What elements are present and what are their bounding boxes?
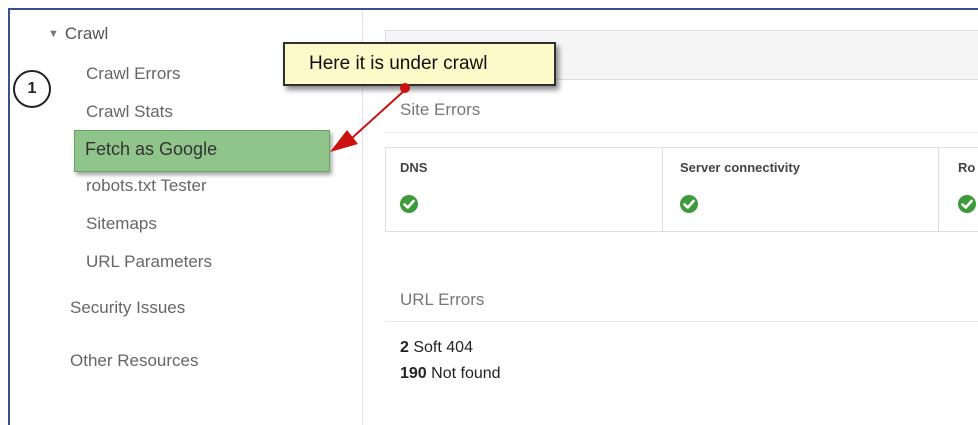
crawl-label: Crawl bbox=[64, 24, 109, 43]
cell-divider bbox=[662, 147, 663, 232]
step-number-badge: 1 bbox=[13, 70, 51, 108]
error-count: 2 bbox=[400, 339, 409, 356]
url-errors-title: URL Errors bbox=[400, 290, 485, 309]
site-errors-title: Site Errors bbox=[400, 100, 481, 119]
sidebar-item-url-parameters[interactable]: URL Parameters bbox=[86, 252, 212, 272]
dns-label: DNS bbox=[400, 160, 428, 175]
robots-label: Ro bbox=[958, 160, 976, 175]
error-soft-404[interactable]: 2 Soft 404 bbox=[400, 339, 473, 357]
sidebar-crawl-header[interactable]: ▼ Crawl bbox=[48, 24, 108, 44]
sidebar-item-fetch-as-google[interactable]: Fetch as Google bbox=[74, 130, 330, 172]
check-icon bbox=[958, 195, 976, 213]
check-icon bbox=[400, 195, 418, 213]
sidebar-item-security-issues[interactable]: Security Issues bbox=[70, 298, 185, 318]
caret-down-icon: ▼ bbox=[48, 28, 59, 40]
server-connectivity-label: Server connectivity bbox=[680, 160, 800, 175]
cell-divider bbox=[938, 147, 939, 232]
screenshot-frame: ▼ Crawl Crawl Errors Crawl Stats robots.t… bbox=[0, 0, 978, 425]
divider bbox=[385, 132, 978, 133]
divider bbox=[385, 321, 978, 322]
check-icon bbox=[680, 195, 698, 213]
sidebar-item-other-resources[interactable]: Other Resources bbox=[70, 351, 199, 371]
sidebar-item-sitemaps[interactable]: Sitemaps bbox=[86, 214, 157, 234]
error-not-found[interactable]: 190 Not found bbox=[400, 365, 501, 383]
sidebar-item-crawl-stats[interactable]: Crawl Stats bbox=[86, 102, 173, 122]
error-type: Not found bbox=[431, 365, 501, 382]
sidebar-item-robots-tester[interactable]: robots.txt Tester bbox=[86, 176, 207, 196]
sidebar-item-crawl-errors[interactable]: Crawl Errors bbox=[86, 64, 180, 84]
error-type: Soft 404 bbox=[413, 339, 473, 356]
callout-box: Here it is under crawl bbox=[283, 42, 556, 86]
error-count: 190 bbox=[400, 365, 427, 382]
